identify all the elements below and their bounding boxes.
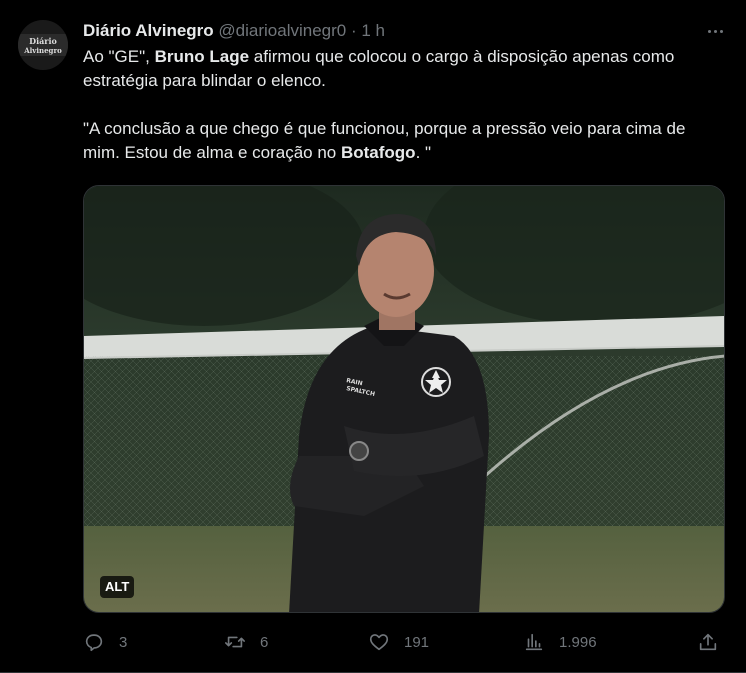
retweet-button[interactable]: 6 — [224, 626, 268, 658]
like-button[interactable]: 191 — [368, 626, 429, 658]
text-segment: . " — [415, 143, 432, 162]
separator-dot: · — [350, 21, 357, 40]
tweet-paragraph-1: Ao "GE", Bruno Lage afirmou que colocou … — [83, 45, 703, 93]
views-chart-icon — [525, 633, 543, 651]
avatar-logo-line2: Alvinegro — [23, 46, 62, 55]
author-avatar[interactable]: Diário Alvinegro — [18, 20, 68, 70]
reply-icon — [85, 634, 103, 652]
tweet-header: Diário Alvinegro @diarioalvinegr0 · 1 h — [83, 20, 686, 42]
retweet-count: 6 — [260, 633, 269, 651]
tweet-photo[interactable]: RAIN SPALTCH ALT — [83, 185, 725, 613]
text-segment: Ao "GE", — [83, 47, 155, 66]
tweet-time[interactable]: 1 h — [361, 21, 385, 40]
text-bold-name: Bruno Lage — [154, 47, 250, 66]
more-options-icon[interactable] — [704, 22, 726, 40]
action-bar: 3 6 191 1.996 — [83, 626, 725, 658]
photo-image: RAIN SPALTCH — [84, 186, 724, 612]
like-count: 191 — [404, 633, 430, 651]
views-count: 1.996 — [559, 633, 597, 651]
avatar-logo-line1: Diário — [29, 36, 57, 46]
text-bold-club: Botafogo — [340, 143, 416, 162]
author-handle[interactable]: @diarioalvinegr0 — [218, 21, 346, 40]
share-button[interactable] — [697, 626, 719, 658]
alt-badge[interactable]: ALT — [100, 576, 135, 598]
reply-button[interactable]: 3 — [83, 626, 127, 658]
heart-icon — [369, 634, 389, 651]
retweet-icon — [225, 636, 245, 648]
tweet[interactable]: Diário Alvinegro Diário Alvinegro @diari… — [0, 0, 746, 673]
views-button[interactable]: 1.996 — [523, 626, 597, 658]
share-icon — [699, 633, 717, 651]
reply-count: 3 — [119, 633, 128, 651]
author-name[interactable]: Diário Alvinegro — [83, 21, 214, 40]
tweet-paragraph-2: "A conclusão a que chego é que funcionou… — [83, 117, 703, 165]
tweet-text: Ao "GE", Bruno Lage afirmou que colocou … — [83, 45, 703, 165]
